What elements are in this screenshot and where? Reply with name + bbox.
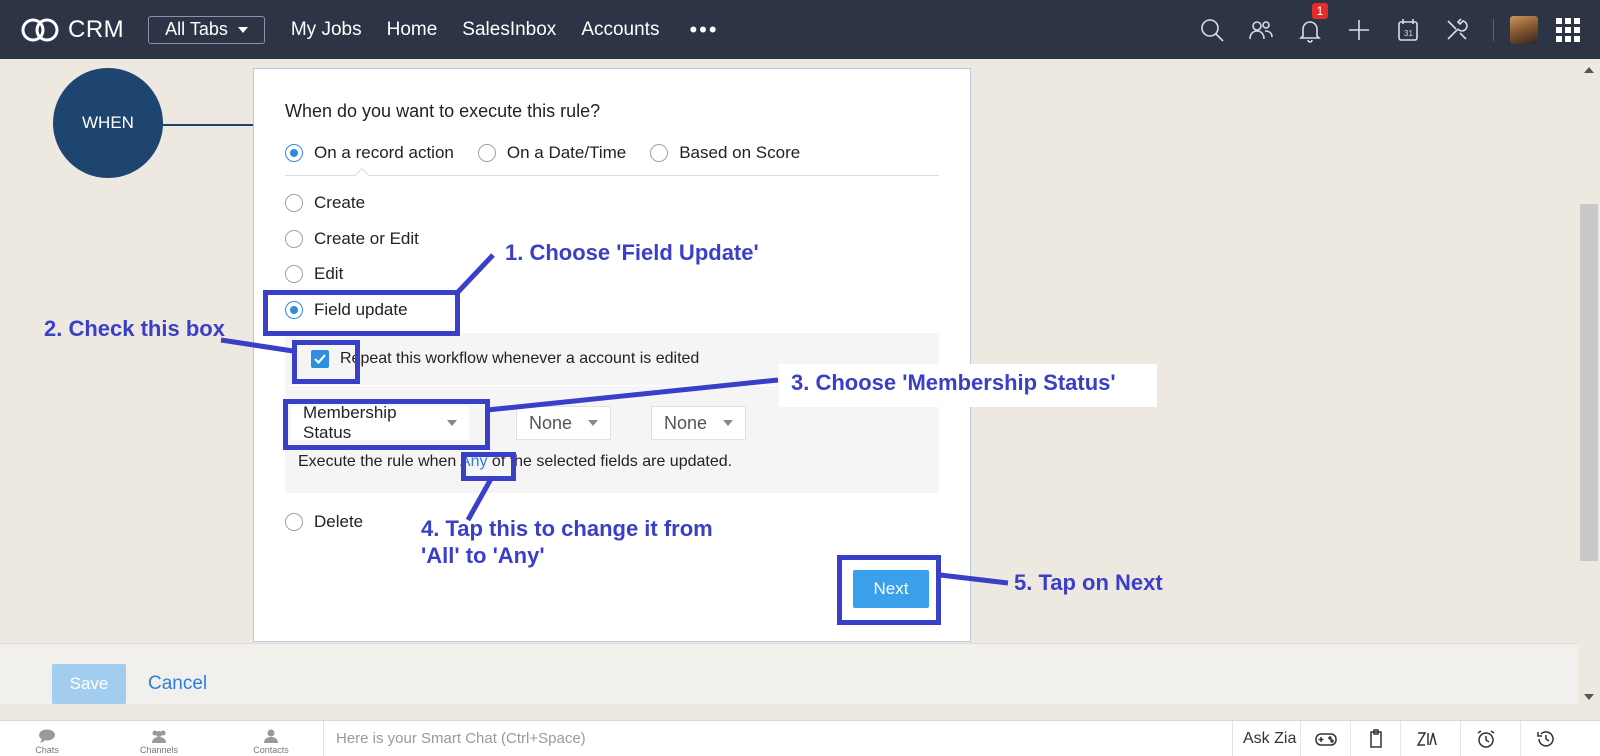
chevron-down-icon	[237, 26, 248, 33]
tools-icon[interactable]	[1432, 0, 1481, 59]
connector-line	[163, 124, 253, 126]
selection-pointer	[354, 167, 370, 183]
plus-icon[interactable]	[1334, 0, 1383, 59]
all-tabs-label: All Tabs	[165, 19, 228, 39]
notification-badge: 1	[1312, 3, 1328, 19]
action-delete[interactable]: Delete	[285, 512, 363, 532]
action-create[interactable]: Create	[285, 193, 365, 213]
smart-chat-input[interactable]: Here is your Smart Chat (Ctrl+Space)	[323, 721, 1233, 756]
field-select-3-value: None	[664, 412, 708, 433]
channels-label: Channels	[139, 745, 179, 755]
trigger-question: When do you want to execute this rule?	[285, 101, 601, 121]
option-date-time[interactable]: On a Date/Time	[477, 143, 627, 163]
field-select-2[interactable]: None	[516, 406, 611, 440]
rule-text-before: Execute the rule when	[298, 453, 460, 470]
logo-icon	[21, 18, 59, 41]
channels-icon	[152, 730, 166, 743]
contacts-tab[interactable]: Contacts	[226, 721, 316, 756]
nav-my-jobs[interactable]: My Jobs	[291, 19, 362, 41]
field-select-3[interactable]: None	[651, 406, 746, 440]
form-footer: Save Cancel	[0, 643, 1578, 704]
bell-icon[interactable]: 1	[1285, 0, 1334, 59]
action-edit-label: Edit	[314, 264, 344, 283]
chats-label: Chats	[35, 745, 59, 755]
smart-chat-placeholder: Here is your Smart Chat (Ctrl+Space)	[336, 730, 586, 747]
radio-edit[interactable]	[285, 265, 303, 283]
radio-create-or-edit[interactable]	[285, 230, 303, 248]
execute-options: On a record action On a Date/Time Based …	[285, 143, 824, 163]
radio-delete[interactable]	[285, 513, 303, 531]
highlight-membership-status	[283, 399, 490, 450]
radio-date-time[interactable]	[477, 144, 496, 162]
scroll-thumb[interactable]	[1580, 204, 1598, 561]
clipboard-icon[interactable]	[1350, 721, 1400, 756]
highlight-field-update	[263, 290, 460, 336]
option-based-on-score-label: Based on Score	[679, 143, 801, 162]
smart-chat-bar: Chats Channels Contacts Here is your Sma…	[0, 720, 1600, 756]
annotation-step-1: 1. Choose 'Field Update'	[505, 240, 759, 265]
svg-text:31: 31	[1404, 29, 1413, 38]
annotation-step-5: 5. Tap on Next	[1014, 570, 1163, 595]
annotation-step-3: 3. Choose 'Membership Status'	[779, 364, 1157, 407]
repeat-workflow-option[interactable]: Repeat this workflow whenever a account …	[311, 350, 699, 368]
field-select-2-value: None	[529, 412, 573, 433]
annotation-step-4-line-1: 4. Tap this to change it from	[421, 516, 713, 541]
action-create-or-edit[interactable]: Create or Edit	[285, 229, 419, 249]
annotation-step-4: 4. Tap this to change it from 'All' to '…	[421, 515, 713, 569]
nav-salesinbox[interactable]: SalesInbox	[462, 19, 556, 41]
channels-tab[interactable]: Channels	[114, 721, 204, 756]
highlight-next-button	[837, 555, 941, 625]
chevron-down-icon	[723, 420, 733, 426]
option-based-on-score[interactable]: Based on Score	[650, 143, 800, 163]
contacts-icon[interactable]	[1236, 0, 1285, 59]
topbar-actions: 1 31	[1187, 0, 1580, 59]
scroll-down-arrow-icon[interactable]	[1584, 694, 1594, 700]
nav-home[interactable]: Home	[387, 19, 438, 41]
chat-bubble-icon	[39, 729, 55, 743]
crm-logo[interactable]: CRM	[20, 16, 124, 44]
top-navigation-bar: CRM All Tabs My Jobs Home SalesInbox Acc…	[0, 0, 1600, 59]
when-node-label: WHEN	[82, 113, 134, 132]
chats-tab[interactable]: Chats	[2, 721, 92, 756]
repeat-workflow-label: Repeat this workflow whenever a account …	[340, 350, 700, 367]
annotation-step-2: 2. Check this box	[44, 316, 225, 341]
gamepad-icon[interactable]	[1300, 721, 1350, 756]
divider	[1493, 18, 1494, 41]
action-edit[interactable]: Edit	[285, 264, 343, 284]
ask-zia-button[interactable]: Ask Zia	[1243, 721, 1296, 756]
zia-icon[interactable]	[1400, 721, 1450, 756]
option-date-time-label: On a Date/Time	[506, 143, 627, 162]
contacts-label: Contacts	[253, 745, 289, 755]
option-record-action-label: On a record action	[314, 143, 454, 162]
action-create-label: Create	[314, 193, 366, 212]
highlight-repeat-checkbox	[292, 340, 360, 384]
divider	[285, 175, 939, 176]
when-node: WHEN	[53, 68, 163, 178]
scroll-up-arrow-icon[interactable]	[1584, 67, 1594, 73]
avatar[interactable]	[1510, 15, 1538, 44]
radio-based-on-score[interactable]	[650, 144, 669, 162]
contact-person-icon	[264, 729, 278, 743]
cancel-link[interactable]: Cancel	[148, 673, 207, 695]
more-tabs-icon[interactable]: •••	[689, 18, 718, 40]
radio-record-action[interactable]	[285, 144, 303, 162]
logo-text: CRM	[68, 15, 125, 43]
history-icon[interactable]	[1520, 721, 1570, 756]
highlight-any-link	[461, 452, 516, 481]
annotation-step-4-line-2: 'All' to 'Any'	[421, 543, 545, 568]
nav-accounts[interactable]: Accounts	[581, 19, 659, 41]
page-scrollbar[interactable]	[1578, 59, 1600, 704]
alarm-icon[interactable]	[1460, 721, 1510, 756]
apps-grid-icon[interactable]	[1556, 17, 1580, 42]
all-tabs-dropdown[interactable]: All Tabs	[148, 15, 265, 44]
action-delete-label: Delete	[314, 512, 364, 531]
rule-text-after: of the selected fields are updated.	[487, 453, 733, 470]
calendar-icon[interactable]: 31	[1383, 0, 1432, 59]
chevron-down-icon	[588, 420, 598, 426]
action-create-or-edit-label: Create or Edit	[314, 229, 419, 248]
save-button[interactable]: Save	[52, 664, 126, 704]
option-record-action[interactable]: On a record action	[285, 143, 454, 163]
radio-create[interactable]	[285, 194, 303, 212]
search-icon[interactable]	[1187, 0, 1236, 59]
